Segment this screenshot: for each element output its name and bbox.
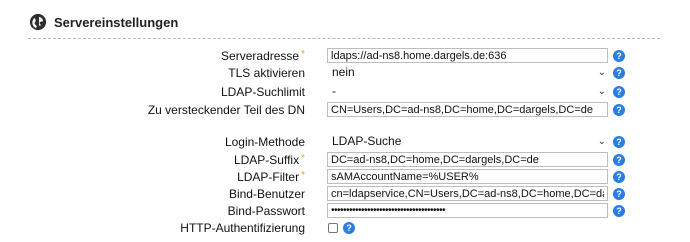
help-icon[interactable]: ?: [613, 50, 625, 62]
help-icon[interactable]: ?: [613, 171, 625, 183]
login-method-select-value: LDAP-Suche: [332, 134, 402, 148]
help-icon[interactable]: ?: [613, 86, 625, 98]
ldap-suffix-label: LDAP-Suffix *: [233, 153, 305, 167]
row-hidden-dn: Zu versteckender Teil des DN ?: [0, 102, 690, 118]
help-icon[interactable]: ?: [343, 222, 355, 234]
section-divider: [28, 38, 660, 39]
chevron-down-icon: ⌄: [597, 136, 606, 147]
ldap-filter-label: LDAP-Filter *: [237, 170, 305, 184]
required-mark: *: [301, 170, 305, 181]
row-search-limit: LDAP-Suchlimit - ⌄ ?: [0, 84, 690, 100]
required-mark: *: [301, 153, 305, 164]
row-ldap-suffix: LDAP-Suffix* ?: [0, 152, 690, 168]
tls-label: TLS aktivieren: [228, 66, 305, 80]
ldap-filter-input[interactable]: [327, 169, 608, 184]
hidden-dn-input[interactable]: [327, 102, 608, 117]
hidden-dn-label: Zu versteckender Teil des DN: [147, 103, 305, 117]
search-limit-select[interactable]: - ⌄: [327, 84, 608, 99]
row-bind-password: Bind-Passwort ?: [0, 203, 690, 219]
login-method-select[interactable]: LDAP-Suche ⌄: [327, 134, 608, 149]
tls-select[interactable]: nein ⌄: [327, 65, 608, 80]
row-http-auth: HTTP-Authentifizierung ?: [0, 220, 690, 236]
chevron-down-icon: ⌄: [597, 67, 606, 78]
globe-icon: [30, 14, 46, 30]
row-server-address: Serveradresse* ?: [0, 48, 690, 64]
http-auth-label: HTTP-Authentifizierung: [180, 221, 305, 235]
help-icon[interactable]: ?: [613, 104, 625, 116]
row-tls: TLS aktivieren nein ⌄ ?: [0, 65, 690, 81]
bind-user-label: Bind-Benutzer: [228, 187, 305, 201]
row-login-method: Login-Methode LDAP-Suche ⌄ ?: [0, 134, 690, 150]
bind-user-input[interactable]: [327, 186, 608, 201]
chevron-down-icon: ⌄: [597, 86, 606, 97]
required-mark: *: [301, 49, 305, 60]
bind-password-label: Bind-Passwort: [227, 204, 305, 218]
login-method-label: Login-Methode: [224, 135, 305, 149]
tls-select-value: nein: [332, 65, 355, 79]
help-icon[interactable]: ?: [613, 136, 625, 148]
help-icon[interactable]: ?: [613, 154, 625, 166]
http-auth-checkbox[interactable]: [328, 223, 338, 233]
section-header: Servereinstellungen: [30, 14, 178, 30]
server-address-input[interactable]: [327, 48, 608, 63]
help-icon[interactable]: ?: [613, 67, 625, 79]
help-icon[interactable]: ?: [613, 188, 625, 200]
row-bind-user: Bind-Benutzer ?: [0, 186, 690, 202]
ldap-suffix-input[interactable]: [327, 152, 608, 167]
server-address-label: Serveradresse *: [221, 49, 305, 63]
row-ldap-filter: LDAP-Filter* ?: [0, 169, 690, 185]
help-icon[interactable]: ?: [613, 205, 625, 217]
search-limit-label: LDAP-Suchlimit: [220, 85, 305, 99]
section-title: Servereinstellungen: [54, 14, 179, 30]
bind-password-input[interactable]: [327, 203, 608, 218]
search-limit-select-value: -: [332, 84, 336, 98]
